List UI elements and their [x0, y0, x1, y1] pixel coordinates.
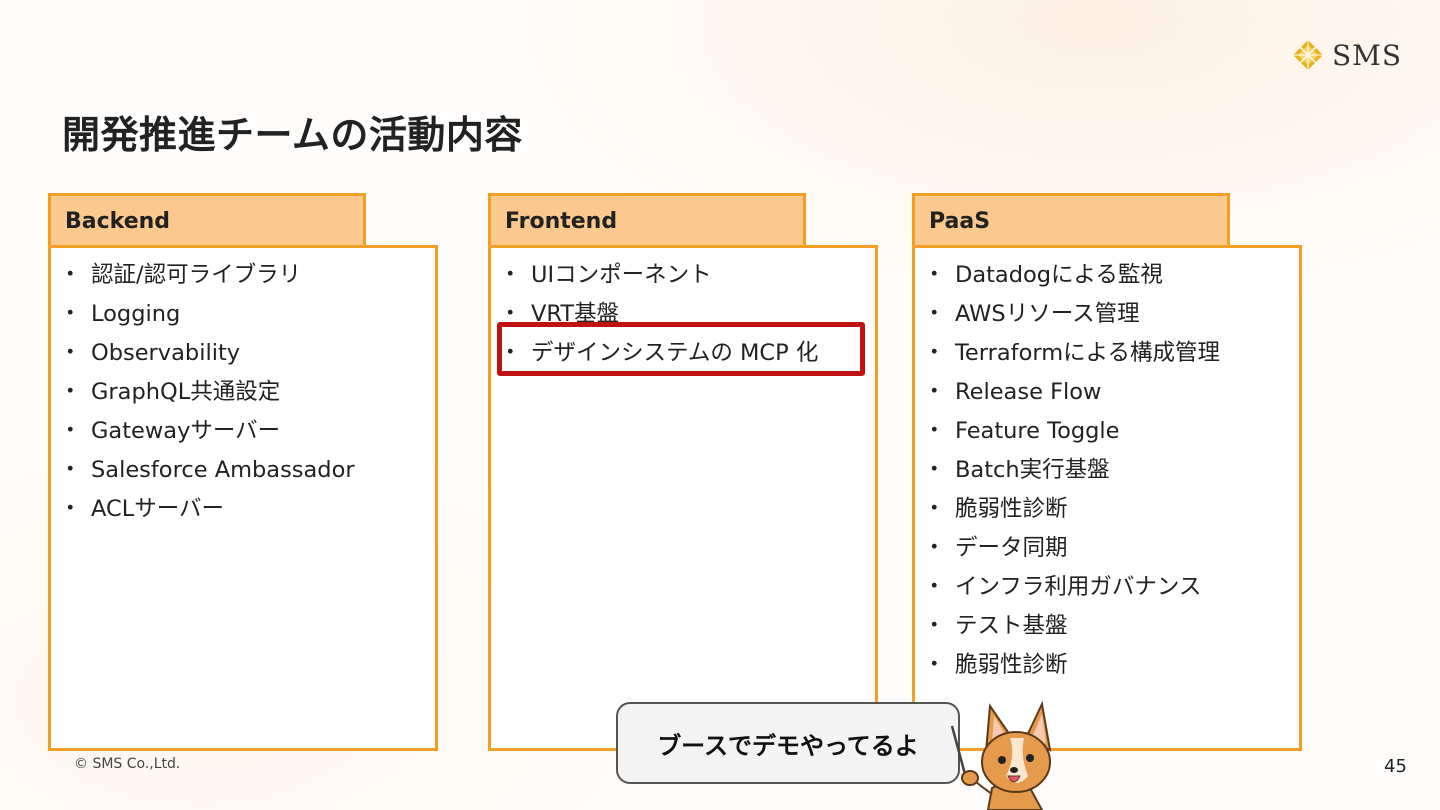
copyright: © SMS Co.,Ltd. [74, 756, 181, 772]
list-item: Datadogによる監視 [923, 256, 1299, 295]
list-item: Feature Toggle [923, 412, 1299, 451]
backend-body: 認証/認可ライブラリ Logging Observability GraphQL… [48, 245, 438, 751]
list-item: Gatewayサーバー [59, 412, 435, 451]
speech-bubble: ブースでデモやってるよ [616, 702, 960, 784]
backend-heading: Backend [48, 193, 366, 245]
backend-card: Backend 認証/認可ライブラリ Logging Observability… [48, 193, 438, 753]
paas-heading: PaaS [912, 193, 1230, 245]
diamond-logo-icon [1293, 40, 1323, 70]
dog-mascot-icon [950, 700, 1052, 810]
paas-body: Datadogによる監視 AWSリソース管理 Terraformによる構成管理 … [912, 245, 1302, 751]
list-item: 認証/認可ライブラリ [59, 256, 435, 295]
list-item: Salesforce Ambassador [59, 451, 435, 490]
frontend-heading: Frontend [488, 193, 806, 245]
list-item: ACLサーバー [59, 490, 435, 529]
slide-title: 開発推進チームの活動内容 [62, 113, 523, 157]
list-item: インフラ利用ガバナンス [923, 568, 1299, 607]
list-item: 脆弱性診断 [923, 490, 1299, 529]
list-item: UIコンポーネント [499, 256, 875, 295]
page-number: 45 [1384, 756, 1407, 777]
paas-list: Datadogによる監視 AWSリソース管理 Terraformによる構成管理 … [923, 256, 1299, 685]
list-item: GraphQL共通設定 [59, 373, 435, 412]
list-item: Batch実行基盤 [923, 451, 1299, 490]
list-item: Terraformによる構成管理 [923, 334, 1299, 373]
list-item: テスト基盤 [923, 607, 1299, 646]
highlight-box [497, 322, 865, 376]
frontend-body: UIコンポーネント VRT基盤 デザインシステムの MCP 化 [488, 245, 878, 751]
list-item: Logging [59, 295, 435, 334]
list-item: データ同期 [923, 529, 1299, 568]
frontend-card: Frontend UIコンポーネント VRT基盤 デザインシステムの MCP 化 [488, 193, 878, 753]
paas-card: PaaS Datadogによる監視 AWSリソース管理 Terraformによる… [912, 193, 1302, 753]
logo-text: SMS [1332, 38, 1403, 72]
list-item: Release Flow [923, 373, 1299, 412]
backend-list: 認証/認可ライブラリ Logging Observability GraphQL… [59, 256, 435, 529]
list-item: AWSリソース管理 [923, 295, 1299, 334]
list-item: 脆弱性診断 [923, 646, 1299, 685]
company-logo: SMS [1292, 38, 1402, 72]
list-item: Observability [59, 334, 435, 373]
